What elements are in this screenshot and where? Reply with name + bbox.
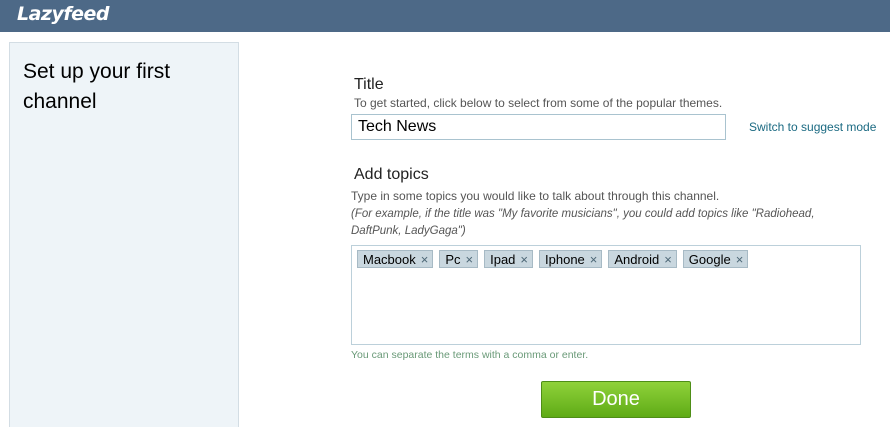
topic-tag-label: Ipad	[490, 251, 516, 267]
topics-input-box[interactable]: Macbook × Pc × Ipad × Iphone × Android ×…	[351, 245, 861, 345]
topics-help-text: Type in some topics you would like to ta…	[351, 189, 720, 203]
separator-hint: You can separate the terms with a comma …	[351, 349, 589, 361]
topic-tag-label: Google	[688, 251, 731, 267]
sidebar-title: Set up your first channel	[23, 60, 171, 113]
topic-tag-list: Macbook × Pc × Ipad × Iphone × Android ×…	[357, 250, 749, 268]
remove-tag-icon[interactable]: ×	[664, 253, 672, 266]
remove-tag-icon[interactable]: ×	[590, 253, 598, 266]
switch-to-suggest-mode-link[interactable]: Switch to suggest mode	[749, 120, 876, 134]
topics-example-line-1: (For example, if the title was "My favor…	[351, 208, 815, 220]
lazyfeed-logo[interactable]: Lazyfeed	[17, 3, 110, 25]
topic-tag-label: Iphone	[545, 251, 585, 267]
top-bar: Lazyfeed	[0, 0, 890, 32]
topic-tag: Google ×	[682, 250, 749, 268]
remove-tag-icon[interactable]: ×	[421, 253, 429, 266]
topics-label: Add topics	[354, 166, 429, 183]
remove-tag-icon[interactable]: ×	[736, 253, 744, 266]
topic-tag: Android ×	[608, 250, 677, 268]
topic-tag: Iphone ×	[539, 250, 603, 268]
remove-tag-icon[interactable]: ×	[520, 253, 528, 266]
topic-tag: Pc ×	[439, 250, 479, 268]
topic-tag-label: Pc	[445, 251, 461, 267]
done-button[interactable]: Done	[541, 381, 691, 418]
sidebar: Set up your first channel	[9, 42, 239, 427]
topic-tag-label: Macbook	[363, 251, 416, 267]
topics-example-line-2: DaftPunk, LadyGaga")	[351, 225, 466, 237]
topic-tag: Macbook ×	[357, 250, 434, 268]
topic-tag-label: Android	[614, 251, 660, 267]
title-help-text: To get started, click below to select fr…	[354, 96, 723, 110]
remove-tag-icon[interactable]: ×	[466, 253, 474, 266]
topic-tag: Ipad ×	[484, 250, 534, 268]
title-input[interactable]	[351, 114, 726, 140]
title-label: Title	[354, 76, 384, 93]
